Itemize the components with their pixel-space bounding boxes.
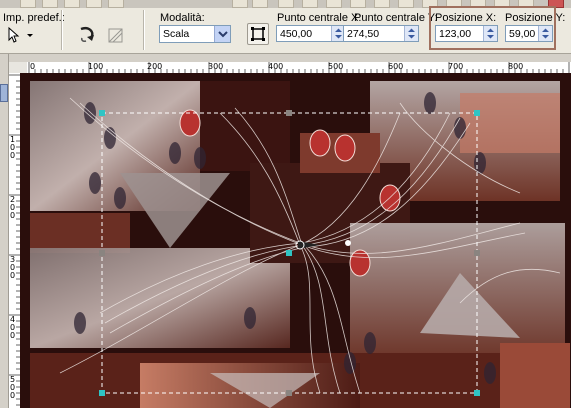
- mode-label: Modalità:: [160, 12, 205, 24]
- toolbar-icon[interactable]: [278, 0, 294, 8]
- mode-select[interactable]: Scala: [159, 25, 231, 43]
- toolbar-icon[interactable]: [374, 0, 390, 8]
- toolbar-icon[interactable]: [252, 0, 268, 8]
- square-reset-icon: [251, 27, 265, 41]
- center-x-value: 450,00: [280, 28, 313, 40]
- panel-tab[interactable]: [0, 84, 8, 102]
- ruler-label: 400: [268, 62, 284, 71]
- toolbar-icon[interactable]: [86, 0, 102, 8]
- toolbar-icon[interactable]: [398, 0, 414, 8]
- ruler-label: 4 0 0: [10, 315, 16, 340]
- ruler-label: 3 0 0: [10, 255, 16, 280]
- center-y-label: Punto centrale Y:: [354, 12, 438, 24]
- toolbar-icon[interactable]: [350, 0, 366, 8]
- ruler-label: 100: [88, 62, 104, 71]
- transform-icon[interactable]: [105, 24, 127, 46]
- preset-label: Imp. predef.:: [3, 12, 65, 24]
- position-highlight-box: [429, 6, 556, 50]
- ruler-label: 500: [328, 62, 344, 71]
- preset-picker[interactable]: [5, 25, 37, 43]
- ruler-label: 800: [508, 62, 524, 71]
- arrow-cursor-icon: [8, 26, 33, 43]
- chevron-down-icon[interactable]: [214, 26, 230, 42]
- ruler-label: 600: [388, 62, 404, 71]
- spinner-icon[interactable]: [404, 26, 418, 41]
- ruler-label: 0: [30, 62, 36, 71]
- ruler-corner: [9, 62, 27, 73]
- center-y-input[interactable]: 274,50: [343, 25, 419, 42]
- ruler-label: 2 0 0: [10, 195, 16, 220]
- toolbar-icon[interactable]: [302, 0, 318, 8]
- toolbar-icon[interactable]: [108, 0, 124, 8]
- toolbar-icon[interactable]: [64, 0, 80, 8]
- ruler-label: 300: [208, 62, 224, 71]
- center-x-label: Punto centrale X:: [277, 12, 362, 24]
- ruler-label: 1 0 0: [10, 135, 16, 160]
- ruler-label: 700: [448, 62, 464, 71]
- toolbar-icon[interactable]: [20, 0, 36, 8]
- mode-value: Scala: [163, 28, 190, 40]
- toolbar-icon[interactable]: [326, 0, 342, 8]
- rotate-icon[interactable]: [76, 25, 98, 45]
- ruler-label: 5 0 0: [10, 375, 16, 400]
- image-canvas[interactable]: [20, 73, 571, 408]
- fractal-artwork: [20, 73, 571, 408]
- toolbar-icon[interactable]: [232, 0, 248, 8]
- toolbar-icon[interactable]: [42, 0, 58, 8]
- ruler-label: 200: [147, 62, 163, 71]
- center-y-value: 274,50: [347, 28, 380, 40]
- reset-button[interactable]: [247, 23, 269, 45]
- center-x-input[interactable]: 450,00: [276, 25, 346, 42]
- left-tool-strip: [0, 54, 9, 408]
